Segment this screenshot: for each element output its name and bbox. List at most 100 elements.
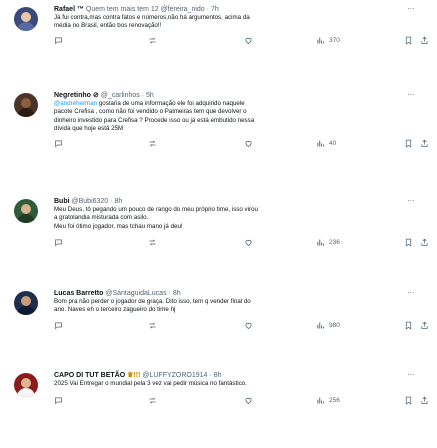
repost-button[interactable] — [148, 394, 161, 406]
handle[interactable]: @LUFFYZORO1914 — [142, 372, 207, 379]
like-button[interactable] — [244, 137, 257, 149]
share-button[interactable] — [420, 34, 433, 46]
repost-icon — [149, 322, 156, 328]
post-text: Meu Deus, tô pegando um pouco de rango d… — [54, 206, 258, 230]
views-button[interactable]: 256 — [316, 394, 340, 406]
display-name[interactable]: CAPO DI TUT BETÃO — [54, 372, 125, 379]
reply-button[interactable] — [54, 319, 67, 331]
share-button[interactable] — [420, 137, 433, 149]
repost-icon — [149, 239, 156, 245]
views-button[interactable]: 40 — [316, 137, 336, 149]
display-name[interactable]: Negretinho — [54, 92, 91, 99]
timestamp[interactable]: 7h — [211, 6, 219, 13]
bookmark-button[interactable] — [404, 319, 417, 331]
share-button[interactable] — [420, 394, 433, 406]
post-text: Bom pra não perder o jogador de graça. D… — [54, 298, 251, 314]
handle[interactable]: @Bubi6320 — [72, 198, 109, 205]
bookmark-button[interactable] — [404, 137, 417, 149]
bookmark-icon — [405, 321, 412, 330]
post-1[interactable]: Negretinho ⊘ @_carlinhos · 5h ··· @andre… — [0, 90, 437, 170]
analytics-icon — [317, 322, 324, 328]
share-icon — [421, 238, 428, 246]
more-options-icon[interactable]: ··· — [407, 370, 415, 380]
action-bar: 256 — [54, 394, 428, 406]
reply-icon — [55, 397, 62, 404]
like-button[interactable] — [244, 319, 257, 331]
display-name[interactable]: Bubi — [54, 198, 70, 205]
timestamp[interactable]: 5h — [146, 92, 154, 99]
timestamp[interactable]: 8h — [173, 290, 181, 297]
timestamp[interactable]: 8h — [214, 372, 222, 379]
share-icon — [421, 396, 428, 404]
like-button[interactable] — [244, 34, 257, 46]
post-3[interactable]: Lucas Barretto @SantaguidaLucas · 8h ···… — [0, 288, 437, 348]
repost-icon — [149, 397, 156, 403]
repost-button[interactable] — [148, 137, 161, 149]
analytics-icon — [317, 239, 324, 245]
share-icon — [421, 139, 428, 147]
post-4[interactable]: CAPO DI TUT BETÃO ♛!!! @LUFFYZORO1914 · … — [0, 370, 437, 430]
share-icon — [421, 321, 428, 329]
action-bar: 40 — [54, 137, 428, 149]
repost-button[interactable] — [148, 236, 161, 248]
name-badge: ♛!!! — [127, 372, 141, 379]
bookmark-button[interactable] — [404, 34, 417, 46]
bookmark-icon — [405, 396, 412, 405]
bookmark-button[interactable] — [404, 394, 417, 406]
avatar[interactable] — [14, 373, 38, 397]
post-0[interactable]: Rafael ™ Quem tem mais tem 12 @fereira_n… — [0, 4, 437, 74]
views-count: 256 — [329, 396, 340, 404]
reply-icon — [55, 37, 62, 44]
handle[interactable]: @SantaguidaLucas — [105, 290, 166, 297]
share-button[interactable] — [420, 319, 433, 331]
timestamp[interactable]: 8h — [114, 198, 122, 205]
heart-icon — [245, 140, 252, 147]
avatar[interactable] — [14, 199, 38, 223]
repost-button[interactable] — [148, 34, 161, 46]
post-text: Já fui contra,mas contra fatos e números… — [54, 14, 250, 30]
reply-button[interactable] — [54, 137, 67, 149]
avatar[interactable] — [14, 93, 38, 117]
reply-button[interactable] — [54, 236, 67, 248]
views-button[interactable]: 370 — [316, 34, 340, 46]
share-icon — [421, 36, 428, 44]
reply-icon — [55, 239, 62, 246]
heart-icon — [245, 322, 252, 329]
views-count: 980 — [329, 321, 340, 329]
like-button[interactable] — [244, 236, 257, 248]
more-options-icon[interactable]: ··· — [407, 4, 415, 14]
views-count: 40 — [329, 139, 337, 147]
more-options-icon[interactable]: ··· — [407, 90, 415, 100]
handle[interactable]: Quem tem mais tem 12 @fereira_nido — [86, 6, 205, 13]
heart-icon — [245, 397, 252, 404]
views-button[interactable]: 980 — [316, 319, 340, 331]
avatar[interactable] — [14, 7, 38, 31]
heart-icon — [245, 37, 252, 44]
mention-link[interactable]: @andreherman — [54, 100, 97, 107]
handle[interactable]: @_carlinhos — [101, 92, 140, 99]
like-button[interactable] — [244, 394, 257, 406]
post-text: @andreherman gostaria de uma informação … — [54, 100, 255, 133]
bookmark-icon — [405, 238, 412, 247]
reply-button[interactable] — [54, 34, 67, 46]
repost-icon — [149, 140, 156, 146]
more-options-icon[interactable]: ··· — [407, 288, 415, 298]
reply-button[interactable] — [54, 394, 67, 406]
bookmark-icon — [405, 36, 412, 45]
share-button[interactable] — [420, 236, 433, 248]
more-options-icon[interactable]: ··· — [407, 196, 415, 206]
display-name[interactable]: Lucas Barretto — [54, 290, 103, 297]
display-name[interactable]: Rafael — [54, 6, 75, 13]
repost-button[interactable] — [148, 319, 161, 331]
views-button[interactable]: 236 — [316, 236, 340, 248]
post-2[interactable]: Bubi @Bubi6320 · 8h ··· Meu Deus, tô peg… — [0, 196, 437, 266]
bookmark-icon — [405, 139, 412, 148]
repost-icon — [149, 37, 156, 43]
bookmark-button[interactable] — [404, 236, 417, 248]
reply-icon — [55, 322, 62, 329]
analytics-icon — [317, 397, 324, 403]
avatar[interactable] — [14, 291, 38, 315]
analytics-icon — [317, 37, 324, 43]
views-count: 370 — [329, 36, 340, 44]
post-text: 2025 Vai Entregar o mundial pela 3 vez v… — [54, 380, 247, 387]
